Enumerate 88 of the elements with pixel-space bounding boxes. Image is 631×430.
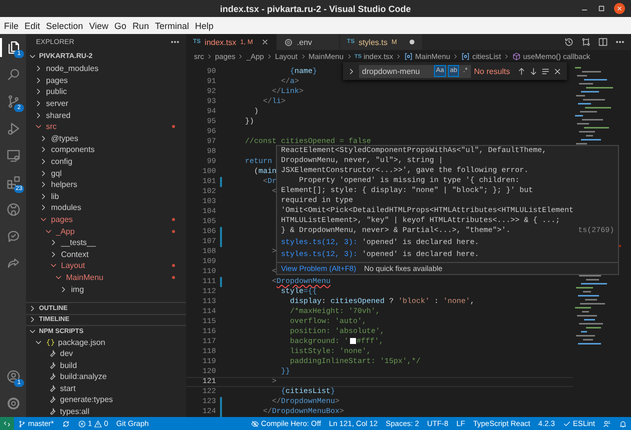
check-icon (562, 420, 571, 428)
result-text: No results (474, 66, 510, 76)
folder-item[interactable]: shared (26, 109, 186, 121)
chevron-right-icon (237, 53, 244, 60)
compare-icon[interactable] (581, 37, 591, 47)
package-json-item[interactable]: package.json (26, 336, 186, 348)
close-icon (616, 5, 623, 12)
script-item[interactable]: types:all (26, 406, 186, 417)
window-title: index.tsx - pivkarta.ru-2 - Visual Studio Code (220, 4, 411, 14)
feedback-icon[interactable] (603, 420, 611, 428)
cube-icon (512, 52, 521, 61)
share-arrow-icon[interactable] (6, 256, 20, 271)
folder-item[interactable]: pages (26, 214, 186, 226)
folder-item[interactable]: config (26, 156, 186, 168)
chevron-right-icon (300, 53, 306, 60)
folder-item[interactable]: public (26, 86, 186, 98)
menu-item[interactable]: Help (192, 20, 216, 30)
chevron-right-icon (206, 53, 213, 60)
folder-item[interactable]: node_modules (26, 63, 186, 75)
modified-dot (171, 124, 176, 130)
folder-item[interactable]: gql (26, 167, 186, 179)
modified-dot (171, 274, 176, 280)
editor-tab[interactable]: .env (276, 34, 340, 50)
close-icon[interactable] (553, 66, 562, 76)
folder-item[interactable]: src (26, 120, 186, 133)
folder-item[interactable]: modules (26, 202, 186, 214)
script-item[interactable]: dev (26, 348, 186, 360)
warning-icon (94, 420, 102, 428)
settings-icon[interactable] (6, 396, 20, 411)
source-control-icon[interactable] (6, 94, 20, 109)
gear-icon (284, 38, 293, 46)
split-editor-icon[interactable] (598, 37, 608, 47)
script-item[interactable]: start (26, 382, 186, 394)
sync-icon[interactable] (62, 420, 70, 428)
account-icon[interactable] (6, 369, 20, 384)
close-icon[interactable] (260, 38, 269, 46)
folder-item[interactable]: __tests__ (26, 236, 186, 248)
folder-item[interactable]: _App (26, 225, 186, 237)
monitor-icon[interactable] (6, 148, 20, 163)
menu-item[interactable]: View (86, 20, 112, 30)
folder-item[interactable]: @types (26, 132, 186, 144)
braces-icon (46, 338, 55, 347)
chat-check-icon[interactable] (6, 229, 20, 244)
extensions-icon[interactable] (6, 175, 20, 190)
menu-item[interactable]: Run (129, 20, 152, 30)
maximize-icon[interactable] (597, 4, 606, 13)
script-item[interactable]: build:analyze (26, 371, 186, 382)
arrow-up-icon[interactable] (517, 66, 526, 76)
folder-item[interactable]: Context (26, 248, 186, 260)
chevron-down-icon (28, 52, 37, 61)
symbol-icon (404, 52, 414, 61)
folder-item[interactable]: Layout (26, 260, 186, 272)
remote-indicator[interactable] (0, 417, 14, 430)
folder-item[interactable]: components (26, 144, 186, 156)
history-icon[interactable] (564, 37, 574, 47)
folder-item[interactable]: MainMenu (26, 272, 186, 284)
symbol-icon (461, 52, 470, 61)
eye-off-icon (251, 420, 260, 428)
menu-item[interactable]: Go (111, 20, 130, 30)
folder-item[interactable]: pages (26, 74, 186, 86)
arrow-down-icon[interactable] (529, 66, 538, 76)
folder-item[interactable]: helpers (26, 178, 186, 191)
branch-icon (18, 420, 26, 428)
run-debug-icon[interactable] (6, 121, 20, 136)
folder-item[interactable]: lib (26, 190, 186, 202)
modified-dot (171, 228, 176, 234)
search-icon[interactable] (6, 67, 20, 82)
chevron-right-icon (502, 53, 510, 60)
folder-item[interactable]: server (26, 98, 186, 110)
folder-item[interactable]: img (26, 283, 186, 295)
chevron-right-icon (395, 53, 402, 60)
error-icon (78, 420, 86, 428)
modified-dot (171, 217, 176, 222)
chevron-right-icon (452, 53, 460, 60)
close-button[interactable] (614, 3, 625, 14)
files-icon[interactable] (6, 40, 20, 55)
script-item[interactable]: generate:types (26, 394, 186, 406)
menu-item[interactable]: Edit (22, 20, 44, 30)
active-indicator (0, 38, 2, 57)
list-icon[interactable] (541, 66, 550, 76)
script-item[interactable]: build (26, 360, 186, 371)
remote-icon (3, 420, 11, 428)
chevron-right-icon (266, 53, 273, 60)
menu-item[interactable]: File (1, 20, 22, 30)
menu-item[interactable]: Terminal (152, 20, 192, 30)
bell-icon[interactable] (619, 420, 627, 428)
menu-item[interactable]: Selection (43, 20, 86, 30)
modified-dot (171, 263, 176, 268)
